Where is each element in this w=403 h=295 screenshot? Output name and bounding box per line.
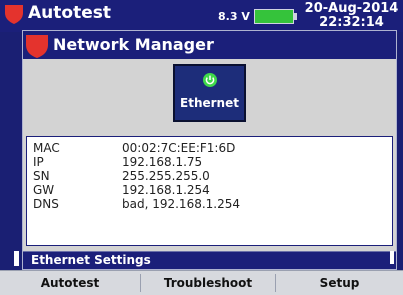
power-icon (203, 73, 217, 87)
window-title: Network Manager (53, 35, 214, 54)
info-key: SN (33, 169, 50, 183)
network-manager-window: Network Manager Ethernet MAC 00:02:7C:EE… (22, 30, 397, 270)
window-titlebar: Network Manager (23, 31, 396, 59)
date-readout: 20-Aug-2014 (304, 2, 399, 16)
info-value: 255.255.255.0 (122, 169, 210, 183)
datetime: 20-Aug-2014 22:32:14 (300, 2, 403, 26)
ethernet-settings-button[interactable]: Ethernet Settings (23, 251, 396, 269)
info-row-dns: DNS bad, 192.168.1.254 (27, 197, 392, 211)
ethernet-settings-label: Ethernet Settings (31, 253, 151, 267)
app-title: Autotest (28, 3, 111, 23)
network-info-panel: MAC 00:02:7C:EE:F1:6D IP 192.168.1.75 SN… (26, 136, 393, 246)
troubleshoot-softkey[interactable]: Troubleshoot (141, 271, 275, 295)
info-value: 192.168.1.75 (122, 155, 203, 169)
status-bar: Autotest 8.3 V 20-Aug-2014 22:32:14 (0, 0, 403, 32)
info-key: IP (33, 155, 44, 169)
setup-softkey[interactable]: Setup (276, 271, 403, 295)
scroll-edge-left (14, 251, 19, 266)
ethernet-tile-button[interactable]: Ethernet (173, 64, 246, 122)
autotest-softkey[interactable]: Autotest (0, 271, 140, 295)
info-key: DNS (33, 197, 59, 211)
shield-icon (5, 5, 23, 24)
info-row-gw: GW 192.168.1.254 (27, 183, 392, 197)
battery-terminal (294, 13, 297, 20)
info-value: 00:02:7C:EE:F1:6D (122, 141, 236, 155)
info-key: GW (33, 183, 55, 197)
info-row-mac: MAC 00:02:7C:EE:F1:6D (27, 141, 392, 155)
battery-icon (254, 9, 294, 24)
info-key: MAC (33, 141, 60, 155)
info-row-ip: IP 192.168.1.75 (27, 155, 392, 169)
info-value: bad, 192.168.1.254 (122, 197, 241, 211)
time-readout: 22:32:14 (319, 15, 384, 27)
softkey-bar: Autotest Troubleshoot Setup (0, 270, 403, 295)
ethernet-label: Ethernet (180, 96, 239, 110)
info-value: 192.168.1.254 (122, 183, 210, 197)
scroll-edge-right (390, 251, 394, 264)
shield-icon (26, 35, 48, 58)
voltage-readout: 8.3 V (218, 10, 250, 23)
info-row-sn: SN 255.255.255.0 (27, 169, 392, 183)
